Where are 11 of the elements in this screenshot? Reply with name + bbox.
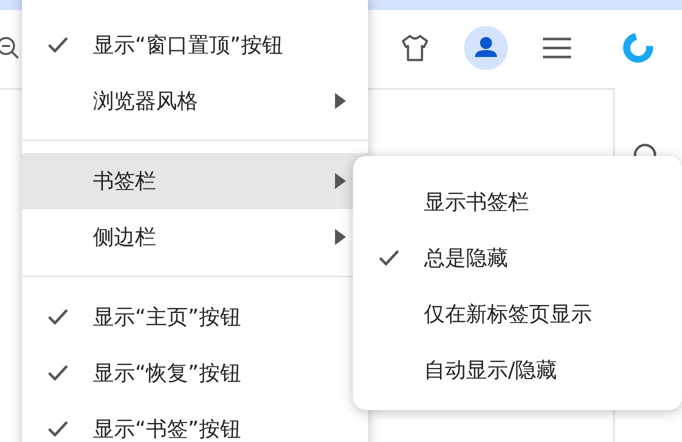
menu-item[interactable]: 显示“书签”按钮 (22, 401, 368, 442)
avatar-icon[interactable] (464, 26, 508, 70)
menu-item[interactable]: 显示“窗口置顶”按钮 (22, 17, 368, 73)
menu-item[interactable]: 书签栏 (22, 153, 368, 209)
menu-icon[interactable] (542, 36, 572, 60)
zoom-out-icon[interactable] (0, 35, 20, 61)
shirt-icon[interactable] (400, 33, 430, 63)
arrow-icon (335, 173, 346, 189)
menu-item[interactable]: 浏览器风格 (22, 73, 368, 129)
arrow-icon (335, 93, 346, 109)
arrow-icon (335, 229, 346, 245)
